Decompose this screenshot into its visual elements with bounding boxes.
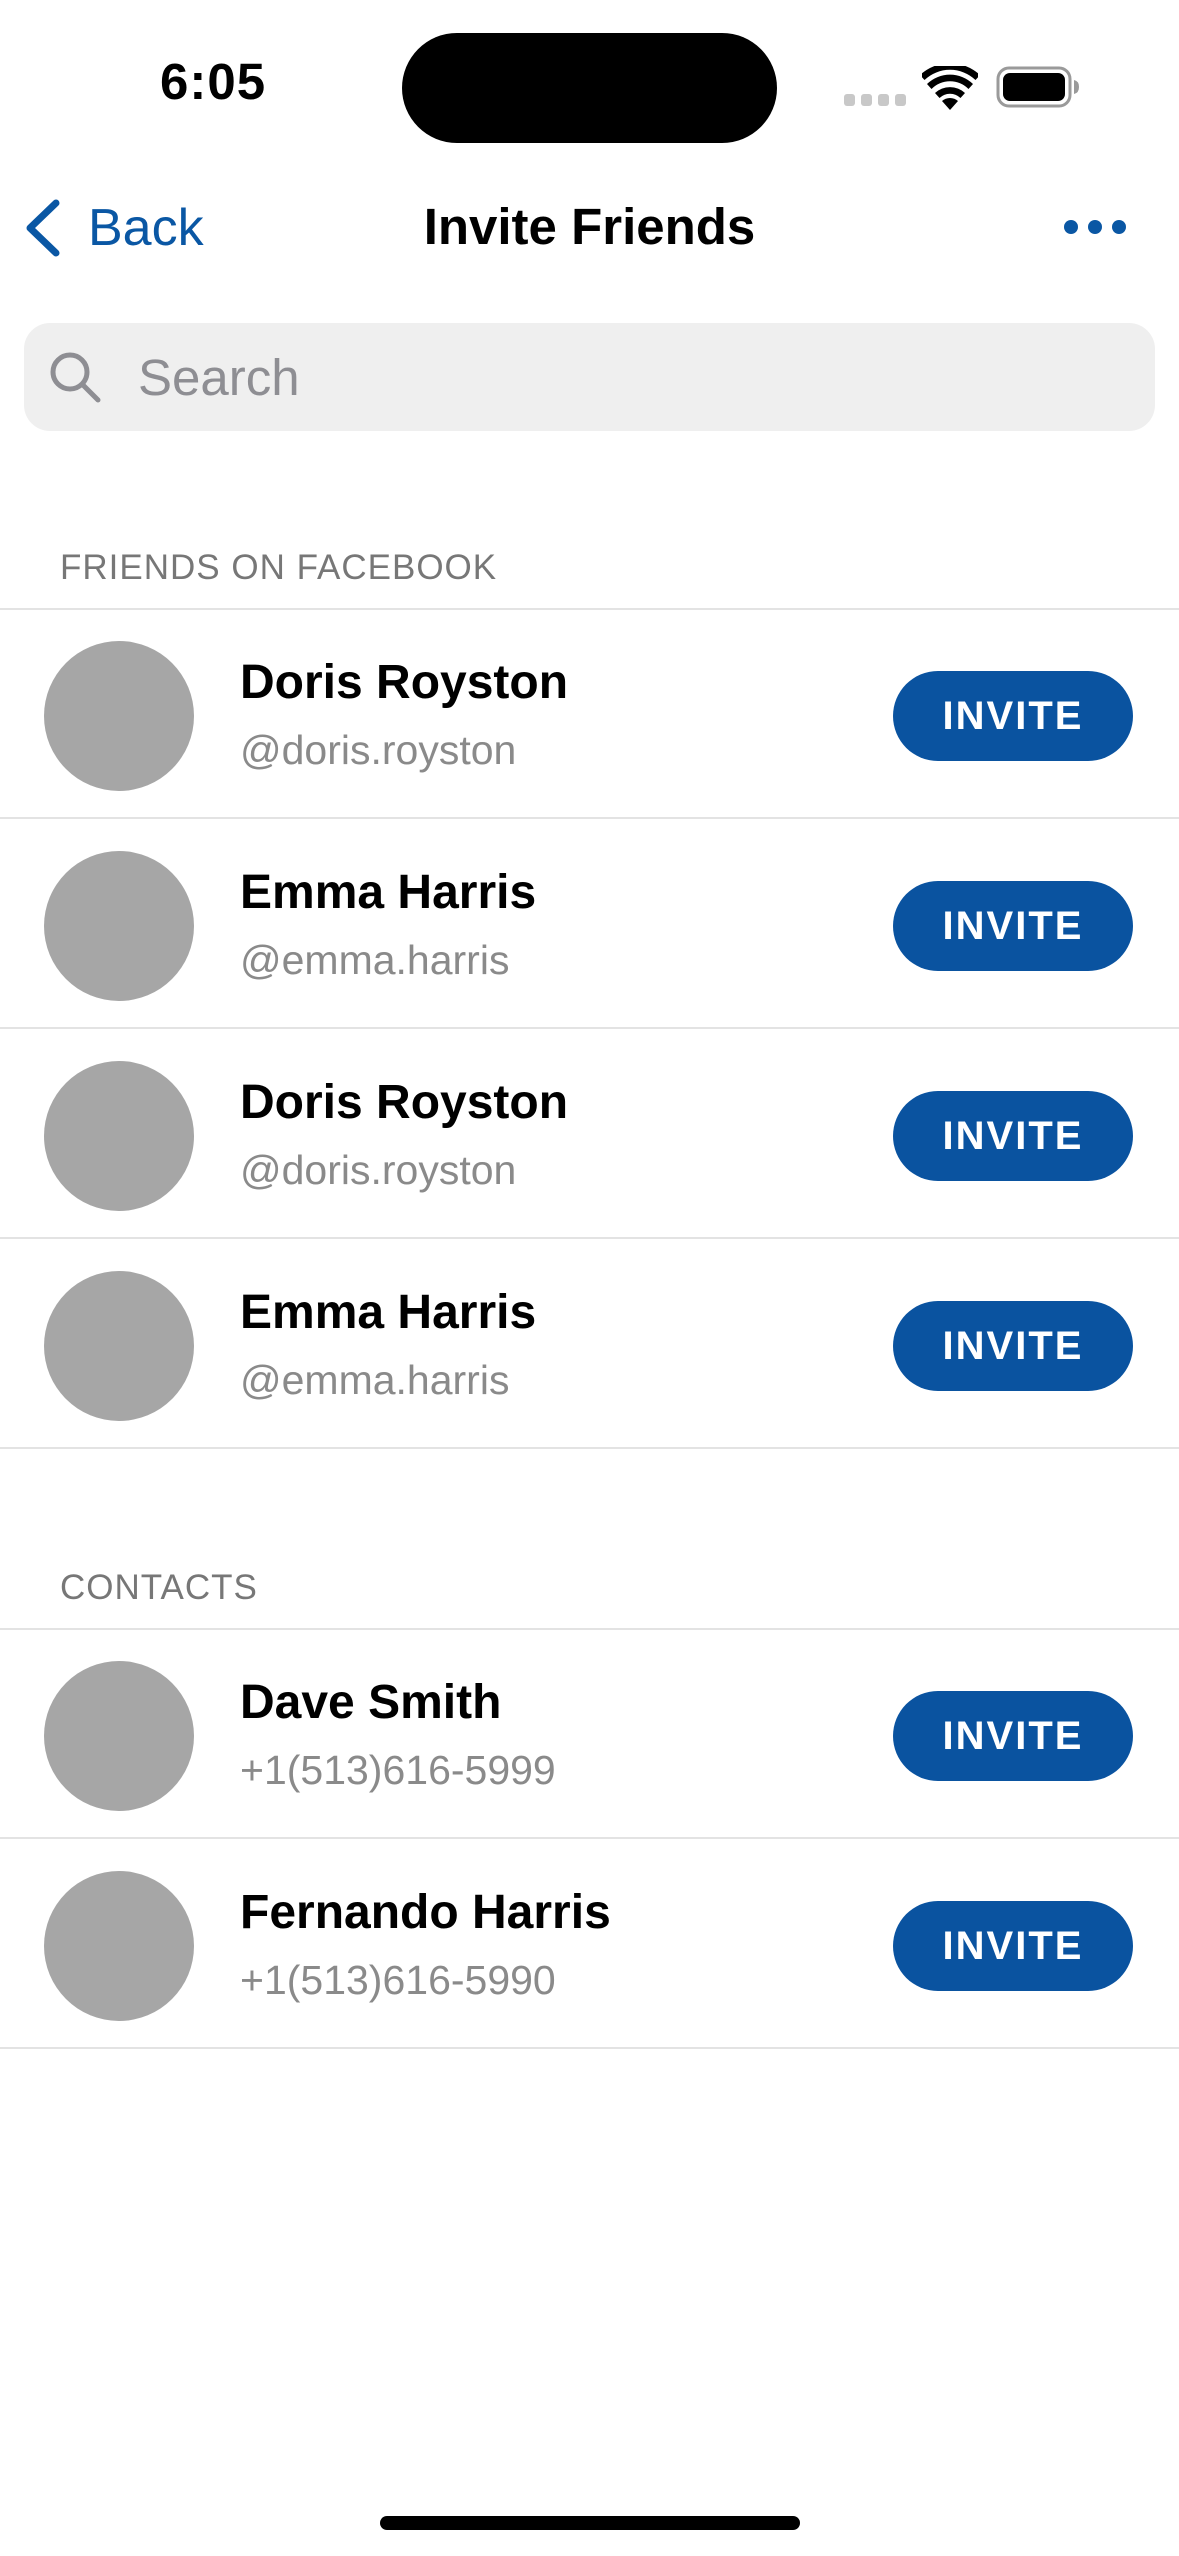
friend-username: @doris.royston (240, 1147, 517, 1193)
dynamic-island (402, 33, 777, 143)
section-header-contacts: CONTACTS (60, 1568, 258, 1607)
list-item: Fernando Harris +1(513)616-5990 INVITE (0, 1839, 1179, 2049)
friend-username: @doris.royston (240, 727, 517, 773)
contact-name: Fernando Harris (240, 1886, 611, 1939)
avatar (44, 1661, 194, 1811)
invite-button[interactable]: INVITE (893, 1901, 1133, 1991)
facebook-friends-list: Doris Royston @doris.royston INVITE Emma… (0, 609, 1179, 1449)
cellular-signal-icon (844, 94, 906, 106)
contact-name: Dave Smith (240, 1676, 502, 1729)
home-indicator[interactable] (380, 2516, 800, 2530)
battery-icon (996, 66, 1079, 108)
avatar (44, 1271, 194, 1421)
wifi-icon (922, 66, 978, 110)
friend-username: @emma.harris (240, 1357, 510, 1403)
friend-name: Doris Royston (240, 1076, 569, 1129)
avatar (44, 641, 194, 791)
list-item: Doris Royston @doris.royston INVITE (0, 1029, 1179, 1239)
list-item: Emma Harris @emma.harris INVITE (0, 1239, 1179, 1449)
ellipsis-icon[interactable] (1055, 205, 1135, 249)
contact-phone: +1(513)616-5999 (240, 1747, 556, 1793)
friend-name: Doris Royston (240, 656, 569, 709)
list-item: Dave Smith +1(513)616-5999 INVITE (0, 1629, 1179, 1839)
avatar (44, 1871, 194, 2021)
invite-button[interactable]: INVITE (893, 1691, 1133, 1781)
invite-button[interactable]: INVITE (893, 1091, 1133, 1181)
status-bar: 6:05 (0, 0, 1179, 180)
friend-name: Emma Harris (240, 1286, 537, 1339)
invite-button[interactable]: INVITE (893, 671, 1133, 761)
invite-button[interactable]: INVITE (893, 1301, 1133, 1391)
back-button[interactable]: Back (22, 190, 204, 265)
invite-button[interactable]: INVITE (893, 881, 1133, 971)
chevron-left-icon (26, 199, 60, 256)
list-item: Doris Royston @doris.royston INVITE (0, 609, 1179, 819)
search-icon (50, 352, 101, 403)
list-item: Emma Harris @emma.harris INVITE (0, 819, 1179, 1029)
contact-phone: +1(513)616-5990 (240, 1957, 556, 2003)
friend-name: Emma Harris (240, 866, 537, 919)
avatar (44, 851, 194, 1001)
search-bar[interactable] (24, 323, 1155, 431)
back-label: Back (88, 198, 204, 257)
contacts-list: Dave Smith +1(513)616-5999 INVITE Fernan… (0, 1629, 1179, 2049)
status-time: 6:05 (160, 53, 267, 110)
friend-username: @emma.harris (240, 937, 510, 983)
section-header-facebook: FRIENDS ON FACEBOOK (60, 548, 498, 587)
search-input[interactable] (114, 323, 1134, 431)
avatar (44, 1061, 194, 1211)
